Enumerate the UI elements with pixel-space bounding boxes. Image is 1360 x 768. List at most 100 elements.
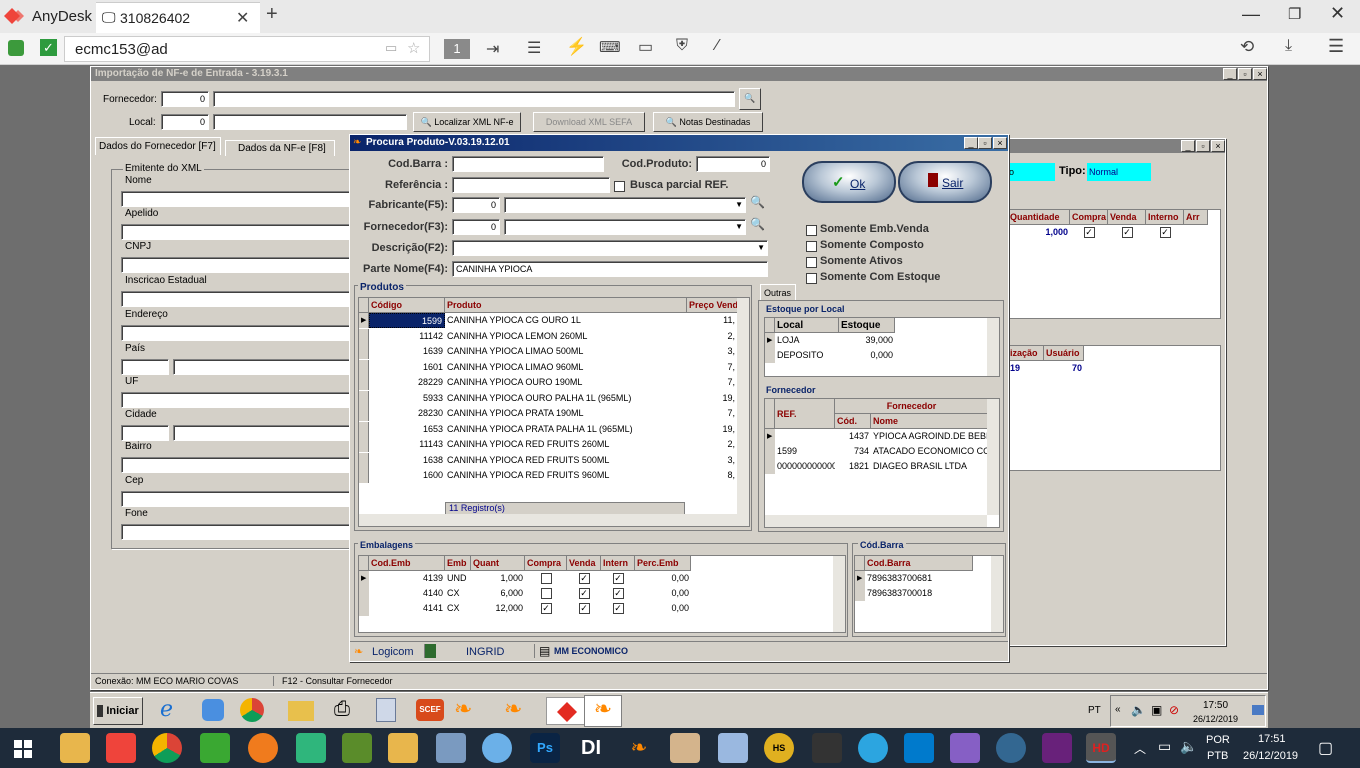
paint-icon[interactable] bbox=[482, 733, 512, 763]
emb-venda-cell[interactable]: ✓ bbox=[567, 601, 601, 616]
fornecedor-row[interactable]: ▶ 1437 YPIOCA AGROIND.DE BEBID bbox=[765, 429, 999, 444]
sec-max-button[interactable]: ▫ bbox=[1196, 140, 1210, 152]
sair-button[interactable]: Sair bbox=[898, 161, 992, 203]
archive-icon[interactable] bbox=[670, 733, 700, 763]
new-tab-icon[interactable]: + bbox=[266, 3, 278, 26]
fabricante-search-icon[interactable]: 🔍 bbox=[750, 195, 765, 209]
field-input-inscricao-estadual[interactable] bbox=[121, 291, 353, 307]
hd-icon[interactable]: HD bbox=[1086, 733, 1116, 763]
secondary-cyan-field[interactable]: o bbox=[1007, 163, 1055, 181]
fornecedor-row[interactable]: 000000000000 1821 DIAGEO BRASIL LTDA bbox=[765, 459, 999, 474]
field-input-nome[interactable] bbox=[121, 191, 353, 207]
produto-row[interactable]: 1653 CANINHA YPIOCA PRATA PALHA 1L (965ML… bbox=[359, 421, 749, 438]
filter-checkbox-0[interactable] bbox=[806, 225, 817, 236]
printer-icon[interactable]: ⎙ bbox=[334, 698, 350, 721]
vscode-icon[interactable] bbox=[904, 733, 934, 763]
files-icon[interactable] bbox=[436, 733, 466, 763]
emb-compra-cell[interactable]: ✓ bbox=[525, 601, 567, 616]
emb-intern-checkbox[interactable]: ✓ bbox=[612, 573, 624, 585]
field-input-uf[interactable] bbox=[121, 392, 353, 408]
fornecedor-search-button[interactable]: 🔍 bbox=[739, 88, 761, 110]
hs-icon[interactable]: HS bbox=[764, 733, 794, 763]
w10-date[interactable]: 26/12/2019 bbox=[1243, 750, 1298, 762]
speaker-icon[interactable]: 🔈 bbox=[1180, 738, 1197, 755]
notas-destinadas-button[interactable]: 🔍 Notas Destinadas bbox=[653, 112, 763, 132]
field-input-cidade[interactable] bbox=[173, 425, 353, 441]
emb-venda-checkbox[interactable]: ✓ bbox=[578, 573, 590, 585]
minimize-icon[interactable]: — bbox=[1242, 4, 1260, 25]
fornecedor-hscroll[interactable] bbox=[765, 515, 987, 527]
network-icon[interactable]: ▣ bbox=[1151, 703, 1162, 717]
embalagem-row[interactable]: ▶ 4139 UND 1,000 ✓ ✓ 0,00 bbox=[359, 571, 845, 586]
localizar-xml-button[interactable]: 🔍 Localizar XML NF-e bbox=[413, 112, 521, 132]
start-button[interactable]: Iniciar bbox=[93, 697, 143, 725]
fornecedor-dlg-select[interactable]: ▼ bbox=[504, 219, 746, 235]
cod-produto-input[interactable]: 0 bbox=[696, 156, 770, 172]
emb-intern-cell[interactable]: ✓ bbox=[601, 586, 635, 601]
field-input-cnpj[interactable] bbox=[121, 257, 353, 273]
restore-icon[interactable]: ❐ bbox=[1288, 5, 1301, 23]
logicom-task-icon[interactable]: ❧ bbox=[624, 733, 654, 763]
col-produto[interactable]: Produto bbox=[445, 298, 687, 313]
sheet-icon[interactable] bbox=[342, 733, 372, 763]
whiteboard-icon[interactable]: ⁄ bbox=[716, 37, 719, 55]
col-preco-venda[interactable]: Preço Venda bbox=[687, 298, 739, 313]
close-tab-icon[interactable]: ✕ bbox=[236, 8, 249, 28]
emb-intern-checkbox[interactable]: ✓ bbox=[612, 588, 624, 600]
emb-compra-cell[interactable] bbox=[525, 586, 567, 601]
field-input-apelido[interactable] bbox=[121, 224, 353, 240]
produto-row[interactable]: 11142 CANINHA YPIOCA LEMON 260ML 2, bbox=[359, 328, 749, 345]
logicom-app-icon[interactable]: ❧ bbox=[454, 696, 472, 722]
sec-min-button[interactable]: _ bbox=[1181, 140, 1195, 152]
filter-checkbox-3[interactable] bbox=[806, 273, 817, 284]
telegram-icon[interactable] bbox=[858, 733, 888, 763]
col-codigo[interactable]: Código bbox=[369, 298, 445, 313]
field-input-fone[interactable] bbox=[121, 524, 353, 540]
secondary-check-1[interactable]: ✓ bbox=[1070, 225, 1108, 240]
w10-lang1[interactable]: POR bbox=[1206, 734, 1230, 746]
emb-intern-cell[interactable]: ✓ bbox=[601, 571, 635, 586]
fornecedor-select[interactable] bbox=[213, 91, 735, 107]
calculator-icon[interactable] bbox=[376, 698, 396, 722]
ok-button[interactable]: ✓ Ok bbox=[802, 161, 896, 203]
money-icon[interactable] bbox=[248, 733, 278, 763]
emb-compra-cell[interactable] bbox=[525, 571, 567, 586]
embalagem-row[interactable]: 4141 CX 12,000 ✓ ✓ ✓ 0,00 bbox=[359, 601, 845, 616]
fornecedor-vscroll[interactable] bbox=[987, 399, 999, 515]
tray-chevron-icon[interactable]: ︿ bbox=[1134, 740, 1146, 757]
secondary-check-2[interactable]: ✓ bbox=[1108, 225, 1146, 240]
notifications-icon[interactable]: ▢ bbox=[1318, 738, 1333, 758]
dialog-max-button[interactable]: ▫ bbox=[978, 137, 992, 149]
file-transfer-icon[interactable]: ⇥ bbox=[486, 39, 499, 59]
chat-icon[interactable]: ▭ bbox=[385, 40, 397, 56]
embalagens-vscroll[interactable] bbox=[833, 556, 845, 632]
field-input-cep[interactable] bbox=[121, 491, 353, 507]
menu-icon[interactable]: ☰ bbox=[1328, 36, 1344, 57]
fornecedor-code-input[interactable]: 0 bbox=[161, 91, 209, 107]
tab-nfe[interactable]: Dados da NF-e [F8] bbox=[225, 140, 335, 156]
network-tray-icon[interactable]: ▭ bbox=[1158, 738, 1171, 755]
permissions-icon[interactable]: ⛨ bbox=[676, 37, 688, 55]
logicom-app-icon-active[interactable]: ❧ bbox=[584, 695, 622, 727]
w10-time[interactable]: 17:51 bbox=[1258, 733, 1286, 745]
keyboard-icon[interactable]: ⌨ bbox=[599, 38, 621, 56]
cube-icon[interactable] bbox=[718, 733, 748, 763]
display-icon[interactable]: ▭ bbox=[638, 37, 653, 57]
address-field[interactable]: ecmc153@ad ▭ ☆ bbox=[64, 36, 430, 62]
emb-venda-cell[interactable]: ✓ bbox=[567, 571, 601, 586]
filter-checkbox-2[interactable] bbox=[806, 257, 817, 268]
descricao-select[interactable]: ▼ bbox=[452, 240, 768, 256]
star-icon[interactable]: ☆ bbox=[407, 39, 420, 57]
emb-venda-checkbox[interactable]: ✓ bbox=[578, 588, 590, 600]
tipo-field[interactable]: Normal bbox=[1087, 163, 1151, 181]
local-code-input[interactable]: 0 bbox=[161, 114, 209, 130]
anydesk-app-icon[interactable] bbox=[546, 697, 586, 725]
emb-compra-checkbox[interactable] bbox=[540, 588, 552, 600]
windows-start-icon[interactable] bbox=[14, 740, 32, 758]
download-xml-button[interactable]: Download XML SEFA bbox=[533, 112, 645, 132]
volume-icon[interactable]: 🔈 bbox=[1131, 703, 1146, 717]
produto-row[interactable]: 28230 CANINHA YPIOCA PRATA 190ML 7, bbox=[359, 406, 749, 422]
fornecedor-row[interactable]: 1599 734 ATACADO ECONOMICO CO bbox=[765, 444, 999, 459]
tab-fornecedor[interactable]: Dados do Fornecedor [F7] bbox=[95, 137, 221, 155]
outras-tab[interactable]: Outras bbox=[760, 284, 796, 300]
